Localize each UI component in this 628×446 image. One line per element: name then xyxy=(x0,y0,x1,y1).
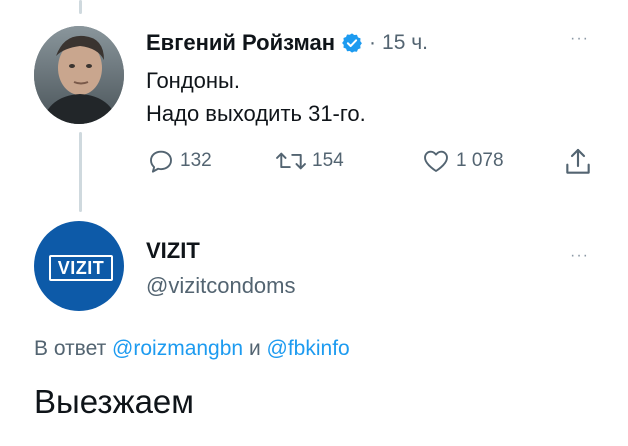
share-icon xyxy=(566,148,590,174)
reply-prefix: В ответ xyxy=(34,337,107,360)
author-name[interactable]: VIZIT xyxy=(146,238,200,264)
tweet-line: Гондоны. xyxy=(146,68,240,93)
author-name[interactable]: Евгений Ройзман xyxy=(146,30,335,56)
retweet-button[interactable]: 154 xyxy=(274,146,344,176)
tweet-time[interactable]: 15 ч. xyxy=(382,31,428,55)
tweet-header: Евгений Ройзман · 15 ч. xyxy=(146,30,428,56)
tweet-thread: Евгений Ройзман · 15 ч. ··· Гондоны. Над… xyxy=(0,0,628,446)
reply-button[interactable]: 132 xyxy=(146,146,212,176)
mention-link[interactable]: @roizmangbn xyxy=(112,337,243,360)
reply-context: В ответ @roizmangbn и @fbkinfo xyxy=(34,337,350,361)
thread-connector-line xyxy=(79,0,82,14)
like-count: 1 078 xyxy=(456,150,504,171)
more-dots-icon[interactable]: ··· xyxy=(570,247,589,265)
separator-dot: · xyxy=(369,31,377,54)
tweet-line: Надо выходить 31-го. xyxy=(146,101,366,126)
tweet-actions: 132 154 1 078 xyxy=(146,146,596,180)
author-handle[interactable]: @vizitcondoms xyxy=(146,273,296,299)
more-dots-icon[interactable]: ··· xyxy=(570,30,589,48)
thread-connector-line xyxy=(79,132,82,212)
reply-conjunction: и xyxy=(248,337,261,360)
reply-icon xyxy=(150,150,172,173)
tweet-body: Гондоны. Надо выходить 31-го. xyxy=(146,64,366,130)
heart-icon xyxy=(424,150,448,172)
tweet-body: Выезжаем xyxy=(34,383,194,420)
retweet-icon xyxy=(276,152,306,170)
avatar-portrait xyxy=(34,26,124,124)
verified-badge-icon xyxy=(341,32,363,54)
avatar[interactable] xyxy=(34,26,124,124)
like-button[interactable]: 1 078 xyxy=(420,146,504,176)
mention-link[interactable]: @fbkinfo xyxy=(267,337,350,360)
reply-count: 132 xyxy=(180,150,212,171)
share-button[interactable] xyxy=(562,146,594,178)
vizit-logo: VIZIT xyxy=(49,255,113,281)
avatar[interactable]: VIZIT xyxy=(34,221,124,311)
retweet-count: 154 xyxy=(312,150,344,171)
